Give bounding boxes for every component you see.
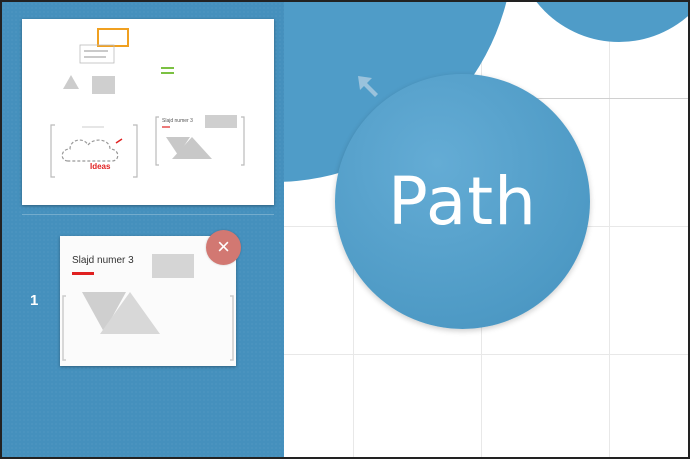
overview-thumbnail[interactable]: Ideas Slajd numer 3 <box>22 19 274 205</box>
slide-thumbnail-title: Slajd numer 3 <box>72 255 134 266</box>
slide-thumbnail-subtitle-mark <box>72 272 94 275</box>
text-block <box>79 44 115 64</box>
app-window: Ideas Slajd numer 3 1 Slajd numer 3 × Pa… <box>0 0 690 459</box>
triangle-shape <box>63 75 79 89</box>
overview-slide-title: Slajd numer 3 <box>162 118 193 124</box>
slides-sidebar: Ideas Slajd numer 3 1 Slajd numer 3 × <box>2 2 284 457</box>
highlight-frame <box>97 28 129 47</box>
overview-preview: Ideas Slajd numer 3 <box>50 28 245 178</box>
top-circle-frame[interactable] <box>514 2 688 42</box>
delete-slide-button[interactable]: × <box>206 230 241 265</box>
prezi-canvas[interactable]: Path <box>284 2 688 457</box>
close-icon: × <box>217 234 230 259</box>
slide-number: 1 <box>30 292 39 309</box>
rect-shape <box>92 76 115 94</box>
path-label: Path <box>388 163 537 240</box>
path-arrow-icon[interactable] <box>354 72 382 100</box>
overview-ideas-label: Ideas <box>90 162 111 171</box>
thumbnail-separator <box>22 214 274 215</box>
path-button[interactable]: Path <box>335 74 590 329</box>
slide-image-placeholder <box>152 254 194 278</box>
cloud-shape <box>61 139 119 162</box>
